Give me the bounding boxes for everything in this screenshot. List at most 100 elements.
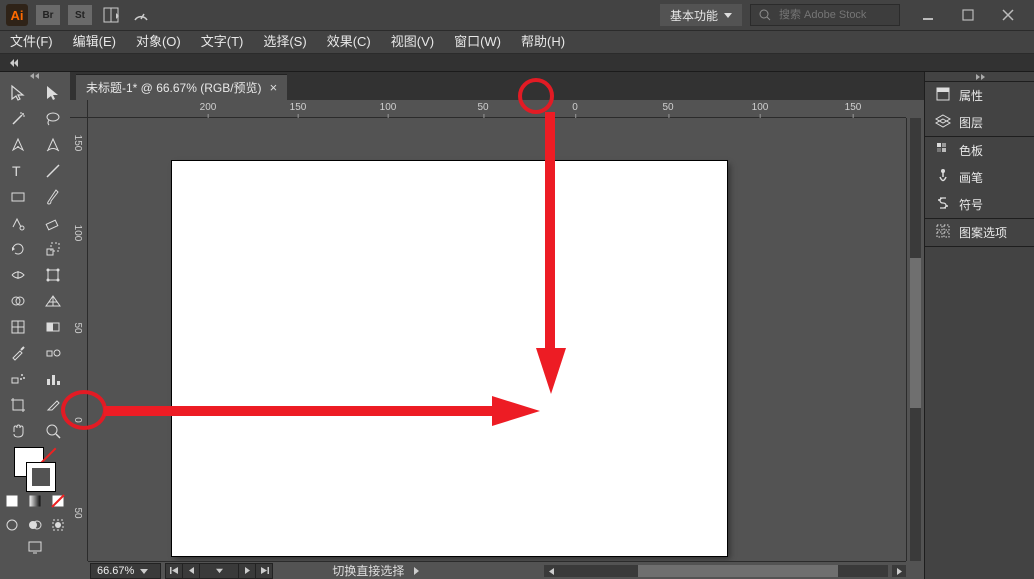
ruler-origin-corner[interactable] xyxy=(70,100,88,118)
shape-builder-tool[interactable] xyxy=(0,288,35,314)
nav-current[interactable] xyxy=(199,563,239,579)
vertical-scrollbar[interactable] xyxy=(906,118,924,561)
draw-normal-icon xyxy=(4,517,20,533)
canvas-viewport[interactable] xyxy=(88,118,906,561)
draw-normal[interactable] xyxy=(0,514,23,536)
pattern-options-icon xyxy=(935,223,951,242)
eraser-tool[interactable] xyxy=(35,210,70,236)
blend-tool[interactable] xyxy=(35,340,70,366)
artboard-tool[interactable] xyxy=(0,392,35,418)
maximize-button[interactable] xyxy=(948,2,988,28)
line-tool[interactable] xyxy=(35,158,70,184)
nav-next[interactable] xyxy=(238,563,256,579)
width-tool[interactable] xyxy=(0,262,35,288)
close-button[interactable] xyxy=(988,2,1028,28)
control-bar-collapse[interactable] xyxy=(8,57,20,69)
minimize-icon xyxy=(922,9,934,21)
brushes-icon xyxy=(935,168,951,187)
eyedropper-tool[interactable] xyxy=(0,340,35,366)
slice-tool[interactable] xyxy=(35,392,70,418)
curvature-tool[interactable] xyxy=(35,132,70,158)
arrange-documents-button[interactable] xyxy=(100,4,122,26)
vertical-ruler[interactable]: 15010050050 xyxy=(70,118,88,561)
stock-search-input[interactable] xyxy=(777,8,887,22)
document-tab[interactable]: 未标题-1* @ 66.67% (RGB/预览) × xyxy=(76,74,287,100)
gradient-tool[interactable] xyxy=(35,314,70,340)
none-swatch-icon xyxy=(50,493,66,509)
direct-selection-tool[interactable] xyxy=(35,80,70,106)
stock-button[interactable]: St xyxy=(68,5,92,25)
hand-tool[interactable] xyxy=(0,418,35,444)
shaper-tool[interactable] xyxy=(0,210,35,236)
stroke-color[interactable] xyxy=(26,462,56,492)
horizontal-ruler[interactable]: 20015010050050100150 xyxy=(88,100,906,118)
cursor-icon xyxy=(9,84,27,102)
color-mode-gradient[interactable] xyxy=(23,492,46,510)
color-mode-none[interactable] xyxy=(47,492,70,510)
panel-layers[interactable]: 图层 xyxy=(925,109,1034,136)
menu-effect[interactable]: 效果(C) xyxy=(317,30,381,54)
menu-file[interactable]: 文件(F) xyxy=(0,30,63,54)
fill-stroke-control[interactable] xyxy=(0,444,70,492)
nav-prev[interactable] xyxy=(182,563,200,579)
menu-object[interactable]: 对象(O) xyxy=(126,30,191,54)
panel-properties[interactable]: 属性 xyxy=(925,82,1034,109)
perspective-grid-tool[interactable] xyxy=(35,288,70,314)
workspace-switcher[interactable]: 基本功能 xyxy=(660,4,742,26)
menu-help[interactable]: 帮助(H) xyxy=(511,30,575,54)
selection-tool[interactable] xyxy=(0,80,35,106)
menu-window[interactable]: 窗口(W) xyxy=(444,30,511,54)
pen-tool[interactable] xyxy=(0,132,35,158)
column-graph-tool[interactable] xyxy=(35,366,70,392)
rotate-tool[interactable] xyxy=(0,236,35,262)
draw-behind[interactable] xyxy=(23,514,46,536)
panel-brushes[interactable]: 画笔 xyxy=(925,164,1034,191)
mesh-tool[interactable] xyxy=(0,314,35,340)
gpu-performance-button[interactable] xyxy=(130,4,152,26)
ruler-v-tick: 100 xyxy=(72,225,83,242)
color-mode-solid[interactable] xyxy=(0,492,23,510)
magic-wand-tool[interactable] xyxy=(0,106,35,132)
scroll-right[interactable] xyxy=(892,565,906,577)
eraser-icon xyxy=(44,214,62,232)
draw-inside[interactable] xyxy=(47,514,70,536)
horizontal-scrollbar[interactable] xyxy=(558,565,888,577)
symbol-sprayer-tool[interactable] xyxy=(0,366,35,392)
panel-pattern-options[interactable]: 图案选项 xyxy=(925,219,1034,246)
rotate-icon xyxy=(9,240,27,258)
zoom-level[interactable]: 66.67% xyxy=(90,563,161,579)
paintbrush-tool[interactable] xyxy=(35,184,70,210)
menu-type[interactable]: 文字(T) xyxy=(191,30,254,54)
menu-edit[interactable]: 编辑(E) xyxy=(63,30,126,54)
ruler-h-tick: 200 xyxy=(200,102,217,113)
panel-label: 图案选项 xyxy=(959,224,1007,241)
panel-swatches[interactable]: 色板 xyxy=(925,137,1034,164)
panels-collapse[interactable] xyxy=(925,72,1034,82)
screen-icon xyxy=(27,539,43,555)
type-icon: T xyxy=(9,162,27,180)
artboard[interactable] xyxy=(172,161,727,556)
panel-symbols[interactable]: 符号 xyxy=(925,191,1034,218)
nav-last[interactable] xyxy=(255,563,273,579)
tools-panel: T xyxy=(0,72,70,579)
minimize-button[interactable] xyxy=(908,2,948,28)
free-transform-tool[interactable] xyxy=(35,262,70,288)
brush-icon xyxy=(44,188,62,206)
scale-tool[interactable] xyxy=(35,236,70,262)
type-tool[interactable]: T xyxy=(0,158,35,184)
lasso-tool[interactable] xyxy=(35,106,70,132)
screen-mode-button[interactable] xyxy=(0,536,70,558)
stock-search[interactable] xyxy=(750,4,900,26)
tools-collapse[interactable] xyxy=(0,72,70,80)
ruler-h-tick: 0 xyxy=(572,102,578,113)
status-text[interactable]: 切换直接选择 xyxy=(332,562,419,579)
ruler-h-tick: 50 xyxy=(662,102,673,113)
menu-view[interactable]: 视图(V) xyxy=(381,30,444,54)
tab-close-button[interactable]: × xyxy=(270,80,278,95)
menu-select[interactable]: 选择(S) xyxy=(253,30,316,54)
nav-first[interactable] xyxy=(165,563,183,579)
bridge-button[interactable]: Br xyxy=(36,5,60,25)
rectangle-tool[interactable] xyxy=(0,184,35,210)
scroll-left[interactable] xyxy=(544,565,558,577)
zoom-tool[interactable] xyxy=(35,418,70,444)
